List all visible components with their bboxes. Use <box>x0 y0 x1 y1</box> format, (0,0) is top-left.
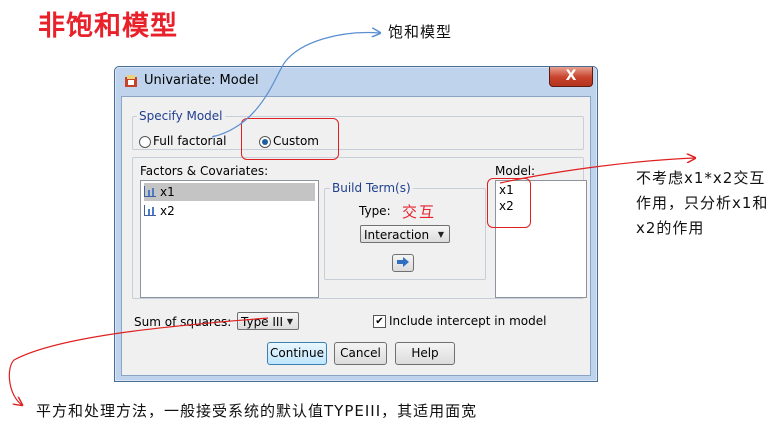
arrow-to-sum-of-squares-note <box>8 317 269 405</box>
arrow-to-saturated-note <box>211 33 380 138</box>
annotation-arrows <box>8 0 783 429</box>
arrow-to-interaction-note <box>499 158 695 184</box>
